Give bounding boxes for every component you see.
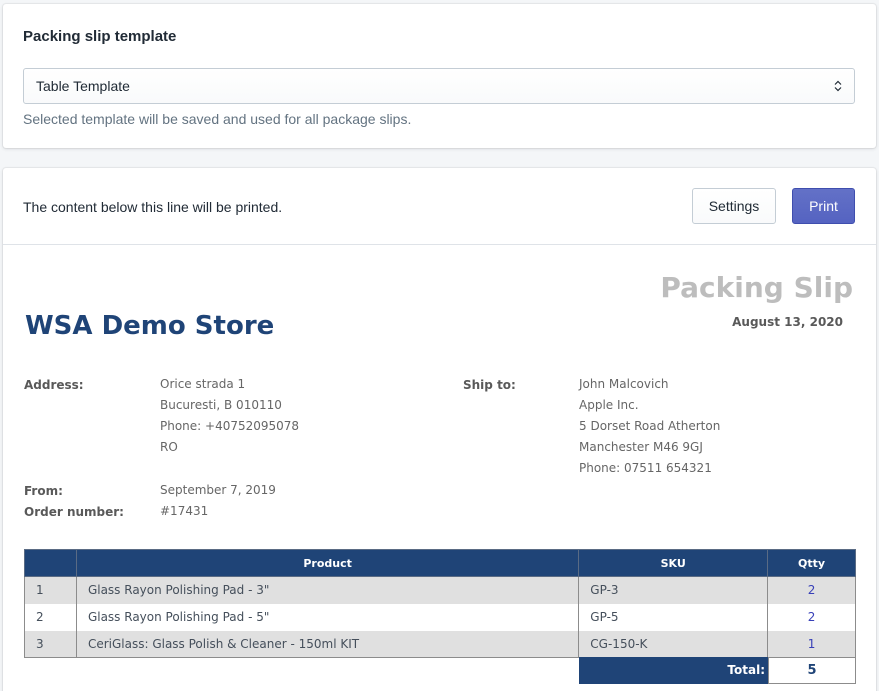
row-product: Glass Rayon Polishing Pad - 5" [75,603,580,631]
address-line: Bucuresti, B 010110 [160,398,282,412]
address-block: Orice strada 1 Bucuresti, B 010110 Phone… [160,374,299,458]
order-number-value: #17431 [160,504,209,518]
address-line: Orice strada 1 [160,377,246,391]
address-line: RO [160,440,178,454]
packing-slip-date: August 13, 2020 [732,315,843,329]
from-value: September 7, 2019 [160,483,276,497]
total-value: 5 [768,657,856,684]
ship-to-line: 5 Dorset Road Atherton [579,419,721,433]
table-row: 1 Glass Rayon Polishing Pad - 3" GP-3 2 [24,576,856,604]
row-product: Glass Rayon Polishing Pad - 3" [75,576,580,604]
row-sku: GP-5 [578,603,769,631]
row-product: CeriGlass: Glass Polish & Cleaner - 150m… [75,630,580,658]
column-header-number [24,549,77,577]
column-header-qty: Qtty [767,549,856,577]
template-card: Packing slip template Table Template Sel… [3,4,876,148]
items-table: Product SKU Qtty 1 Glass Rayon Polishing… [24,549,856,658]
template-card-title: Packing slip template [23,28,177,45]
settings-button[interactable]: Settings [692,188,776,224]
print-card: The content below this line will be prin… [3,168,876,691]
template-select[interactable]: Table Template [23,68,855,104]
order-number-label: Order number: [24,505,124,519]
total-row: Total: 5 [579,657,856,684]
table-row: 2 Glass Rayon Polishing Pad - 5" GP-5 2 [24,603,856,631]
ship-to-line: Apple Inc. [579,398,639,412]
row-sku: CG-150-K [578,630,769,658]
row-qty: 2 [767,603,856,631]
print-note: The content below this line will be prin… [23,199,283,215]
row-qty: 2 [767,576,856,604]
row-number: 2 [24,603,77,631]
table-row: 3 CeriGlass: Glass Polish & Cleaner - 15… [24,630,856,658]
select-arrows-icon [834,80,842,92]
table-header-row: Product SKU Qtty [24,549,856,577]
print-button[interactable]: Print [792,188,855,224]
ship-to-block: John Malcovich Apple Inc. 5 Dorset Road … [579,374,720,479]
ship-to-label: Ship to: [463,378,516,392]
row-qty: 1 [767,630,856,658]
address-label: Address: [24,378,84,392]
ship-to-line: Manchester M46 9GJ [579,440,703,454]
row-sku: GP-3 [578,576,769,604]
ship-to-line: John Malcovich [579,377,669,391]
total-label: Total: [579,657,768,684]
row-number: 1 [24,576,77,604]
row-number: 3 [24,630,77,658]
print-divider [3,244,876,245]
template-select-value: Table Template [36,78,130,94]
column-header-sku: SKU [578,549,769,577]
packing-slip-heading: Packing Slip [660,271,853,304]
store-name: WSA Demo Store [25,311,275,341]
from-label: From: [24,484,63,498]
address-line: Phone: +40752095078 [160,419,300,433]
column-header-product: Product [75,549,580,577]
ship-to-line: Phone: 07511 654321 [579,461,712,475]
template-help-text: Selected template will be saved and used… [23,111,412,127]
